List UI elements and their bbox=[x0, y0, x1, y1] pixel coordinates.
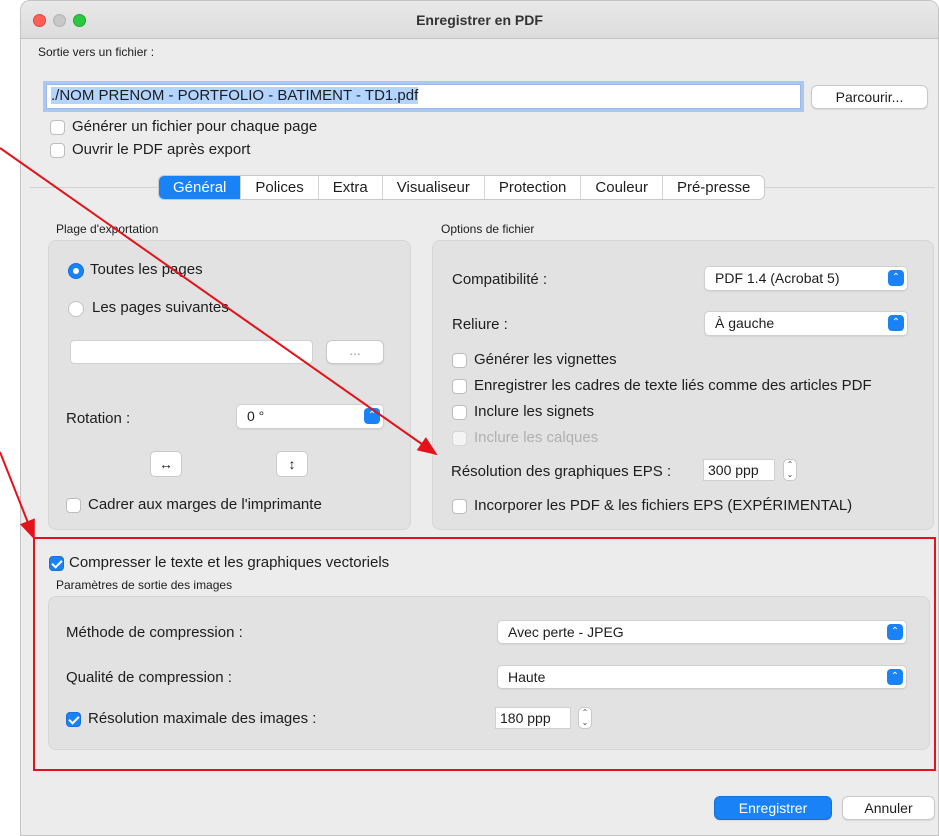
tab-color[interactable]: Couleur bbox=[581, 176, 663, 199]
flip-horizontal-icon: ↔ bbox=[159, 456, 173, 472]
linked-frames-label: Enregistrer les cadres de texte liés com… bbox=[474, 377, 872, 394]
compression-method-value: Avec perte - JPEG bbox=[508, 624, 624, 640]
max-res-field[interactable]: 180 ppp bbox=[495, 707, 571, 729]
binding-select[interactable]: À gauche ⌃ bbox=[704, 311, 908, 336]
bookmarks-label: Inclure les signets bbox=[474, 403, 595, 420]
window-title: Enregistrer en PDF bbox=[416, 12, 543, 28]
flip-vertical-button[interactable]: ↕ bbox=[276, 451, 308, 477]
output-file-field[interactable]: ./NOM PRENOM - PORTFOLIO - BATIMENT - TD… bbox=[46, 84, 801, 109]
chevron-updown-icon: ⌃ bbox=[887, 624, 903, 640]
page-range-field[interactable] bbox=[70, 340, 313, 364]
tab-extra[interactable]: Extra bbox=[319, 176, 383, 199]
save-button[interactable]: Enregistrer bbox=[714, 796, 832, 820]
flip-vertical-icon: ↕ bbox=[288, 456, 296, 472]
output-section-label: Sortie vers un fichier : bbox=[38, 45, 155, 59]
flip-horizontal-button[interactable]: ↔ bbox=[150, 451, 182, 477]
browse-button[interactable]: Parcourir... bbox=[811, 85, 928, 109]
cancel-button[interactable]: Annuler bbox=[842, 796, 935, 820]
chevron-updown-icon: ⌃ bbox=[888, 270, 904, 286]
compat-select[interactable]: PDF 1.4 (Acrobat 5) ⌃ bbox=[704, 266, 908, 291]
rotation-label: Rotation : bbox=[66, 410, 131, 427]
max-res-stepper[interactable]: ⌃ ⌄ bbox=[578, 707, 592, 729]
compression-method-select[interactable]: Avec perte - JPEG ⌃ bbox=[497, 620, 907, 644]
chevron-updown-icon: ⌃ bbox=[887, 669, 903, 685]
chevron-updown-icon: ⌃ bbox=[888, 315, 904, 331]
chevron-updown-icon: ⌃ bbox=[364, 408, 380, 424]
all-pages-label: Toutes les pages bbox=[90, 261, 203, 278]
thumbnails-checkbox[interactable] bbox=[452, 353, 467, 368]
binding-value: À gauche bbox=[715, 315, 775, 331]
fit-margins-label: Cadrer aux marges de l'imprimante bbox=[88, 496, 322, 513]
layers-label: Inclure les calques bbox=[474, 429, 599, 446]
compression-quality-label: Qualité de compression : bbox=[66, 669, 232, 686]
file-options-title: Options de fichier bbox=[441, 222, 535, 236]
all-pages-radio[interactable] bbox=[68, 263, 84, 279]
file-per-page-label: Générer un fichier pour chaque page bbox=[72, 118, 318, 135]
compression-quality-value: Haute bbox=[508, 669, 546, 685]
file-per-page-checkbox[interactable] bbox=[50, 120, 65, 135]
eps-res-label: Résolution des graphiques EPS : bbox=[451, 463, 672, 480]
max-res-label: Résolution maximale des images : bbox=[88, 710, 317, 727]
fit-margins-checkbox[interactable] bbox=[66, 498, 81, 513]
open-after-export-label: Ouvrir le PDF après export bbox=[72, 141, 251, 158]
tab-general[interactable]: Général bbox=[159, 176, 242, 199]
eps-res-stepper[interactable]: ⌃ ⌄ bbox=[783, 459, 797, 481]
compat-label: Compatibilité : bbox=[452, 271, 548, 288]
export-range-group bbox=[48, 240, 411, 530]
rotation-select[interactable]: 0 ° ⌃ bbox=[236, 404, 384, 429]
linked-frames-checkbox[interactable] bbox=[452, 379, 467, 394]
output-file-path: ./NOM PRENOM - PORTFOLIO - BATIMENT - TD… bbox=[51, 87, 419, 104]
max-res-checkbox[interactable] bbox=[66, 712, 81, 727]
open-after-export-checkbox[interactable] bbox=[50, 143, 65, 158]
tab-viewer[interactable]: Visualiseur bbox=[383, 176, 485, 199]
compression-quality-select[interactable]: Haute ⌃ bbox=[497, 665, 907, 689]
rotation-value: 0 ° bbox=[247, 408, 265, 424]
export-range-title: Plage d'exportation bbox=[56, 222, 159, 236]
following-pages-radio[interactable] bbox=[68, 301, 84, 317]
image-params-title: Paramètres de sortie des images bbox=[56, 578, 233, 592]
eps-res-field[interactable]: 300 ppp bbox=[703, 459, 775, 481]
following-pages-label: Les pages suivantes bbox=[92, 299, 229, 316]
tab-bar: Général Polices Extra Visualiseur Protec… bbox=[158, 175, 766, 200]
tab-fonts[interactable]: Polices bbox=[241, 176, 319, 199]
embed-pdf-eps-label: Incorporer les PDF & les fichiers EPS (E… bbox=[474, 497, 853, 514]
layers-checkbox bbox=[452, 431, 467, 446]
page-range-more-button[interactable]: ... bbox=[326, 340, 384, 364]
compress-checkbox[interactable] bbox=[49, 556, 64, 571]
binding-label: Reliure : bbox=[452, 316, 508, 333]
thumbnails-label: Générer les vignettes bbox=[474, 351, 617, 368]
embed-pdf-eps-checkbox[interactable] bbox=[452, 499, 467, 514]
tab-protection[interactable]: Protection bbox=[485, 176, 582, 199]
compression-method-label: Méthode de compression : bbox=[66, 624, 243, 641]
bookmarks-checkbox[interactable] bbox=[452, 405, 467, 420]
compat-value: PDF 1.4 (Acrobat 5) bbox=[715, 270, 840, 286]
title-bar: Enregistrer en PDF bbox=[21, 1, 938, 39]
tab-prepress[interactable]: Pré-presse bbox=[663, 176, 764, 199]
compress-label: Compresser le texte et les graphiques ve… bbox=[69, 554, 390, 571]
